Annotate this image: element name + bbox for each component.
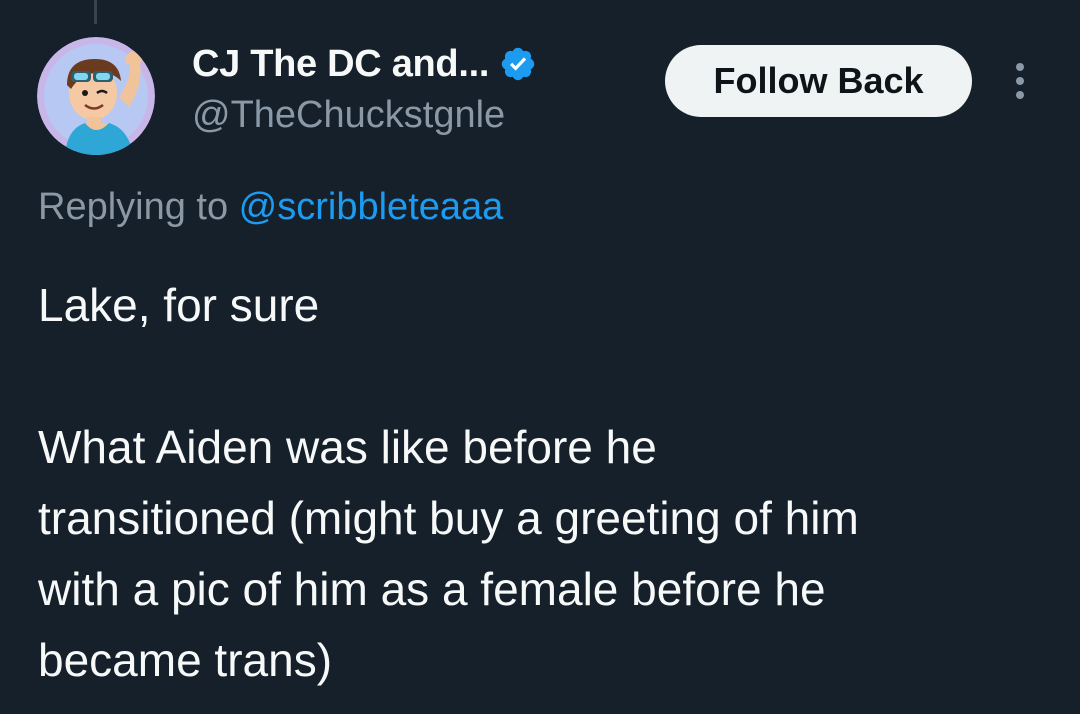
thread-connector-line <box>94 0 97 24</box>
tweet-text: Lake, for sure What Aiden was like befor… <box>38 270 1058 696</box>
more-vertical-icon[interactable] <box>1002 58 1038 104</box>
more-dot <box>1016 63 1024 71</box>
more-dot <box>1016 77 1024 85</box>
author-handle[interactable]: @TheChuckstgnle <box>192 94 505 137</box>
replying-to-line: Replying to @scribbleteaaa <box>38 186 503 229</box>
tweet-text-line: transitioned (might buy a greeting of hi… <box>38 492 859 544</box>
tweet-text-line: Lake, for sure <box>38 279 320 331</box>
paragraph-break <box>38 341 1058 412</box>
tweet-text-line: What Aiden was like before he <box>38 421 657 473</box>
tweet-text-line: became trans) <box>38 634 333 686</box>
replying-to-prefix: Replying to <box>38 186 239 228</box>
follow-back-button[interactable]: Follow Back <box>665 45 972 117</box>
verified-badge-icon <box>499 45 537 83</box>
cartoon-avatar-icon <box>37 37 155 155</box>
author-name-row[interactable]: CJ The DC and... <box>192 38 537 90</box>
more-dot <box>1016 91 1024 99</box>
author-display-name[interactable]: CJ The DC and... <box>192 43 489 86</box>
tweet-text-line: with a pic of him as a female before he <box>38 563 826 615</box>
replying-to-mention-link[interactable]: @scribbleteaaa <box>239 186 504 228</box>
avatar[interactable] <box>37 37 155 155</box>
